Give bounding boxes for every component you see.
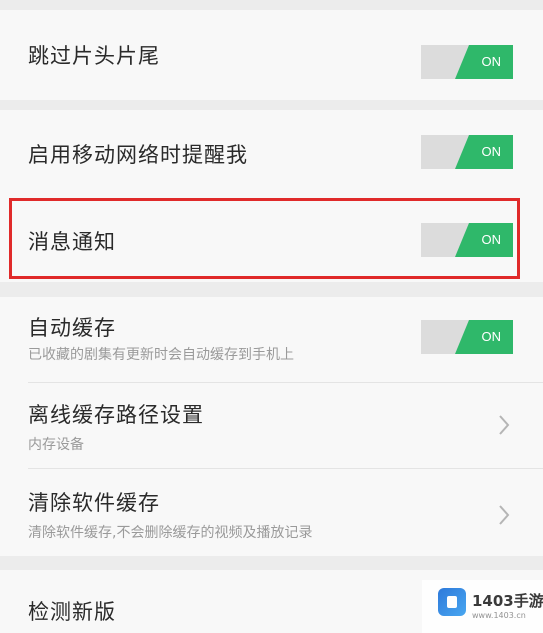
setting-title: 清除软件缓存 [28,491,160,515]
auto-cache-toggle[interactable]: ON [421,320,513,354]
setting-title: 自动缓存 [28,316,116,340]
watermark-logo-icon [438,588,466,616]
skip-intro-toggle[interactable]: ON [421,45,513,79]
toggle-label: ON [481,232,502,247]
toggle-knob: ON [455,45,513,79]
setting-title: 检测新版 [28,600,116,624]
chevron-right-icon [499,505,510,525]
toggle-knob: ON [455,223,513,257]
toggle-knob: ON [455,320,513,354]
watermark-url: www.1403.cn [472,611,526,620]
mobile-network-alert-toggle[interactable]: ON [421,135,513,169]
setting-subtitle: 清除软件缓存,不会删除缓存的视频及播放记录 [28,525,313,541]
setting-notifications: 消息通知 ON [0,194,543,282]
setting-clear-cache[interactable]: 清除软件缓存 清除软件缓存,不会删除缓存的视频及播放记录 [0,468,543,556]
divider [28,468,543,469]
setting-auto-cache: 自动缓存 已收藏的剧集有更新时会自动缓存到手机上 ON [0,297,543,382]
notifications-toggle[interactable]: ON [421,223,513,257]
setting-title: 离线缓存路径设置 [28,403,204,427]
setting-title: 启用移动网络时提醒我 [28,143,248,167]
toggle-label: ON [481,54,502,69]
setting-mobile-network-alert: 启用移动网络时提醒我 ON [0,110,543,194]
setting-title: 消息通知 [28,230,116,254]
toggle-label: ON [481,329,502,344]
toggle-label: ON [481,144,502,159]
toggle-knob: ON [455,135,513,169]
setting-offline-cache-path[interactable]: 离线缓存路径设置 内存设备 [0,382,543,468]
divider [28,382,543,383]
watermark: 1403手游网 www.1403.cn [422,580,543,633]
setting-subtitle: 已收藏的剧集有更新时会自动缓存到手机上 [28,347,294,363]
setting-title: 跳过片头片尾 [28,44,160,68]
setting-subtitle: 内存设备 [28,437,84,453]
setting-skip-intro: 跳过片头片尾 ON [0,10,543,100]
watermark-name: 1403手游网 [472,592,543,610]
chevron-right-icon [499,415,510,435]
